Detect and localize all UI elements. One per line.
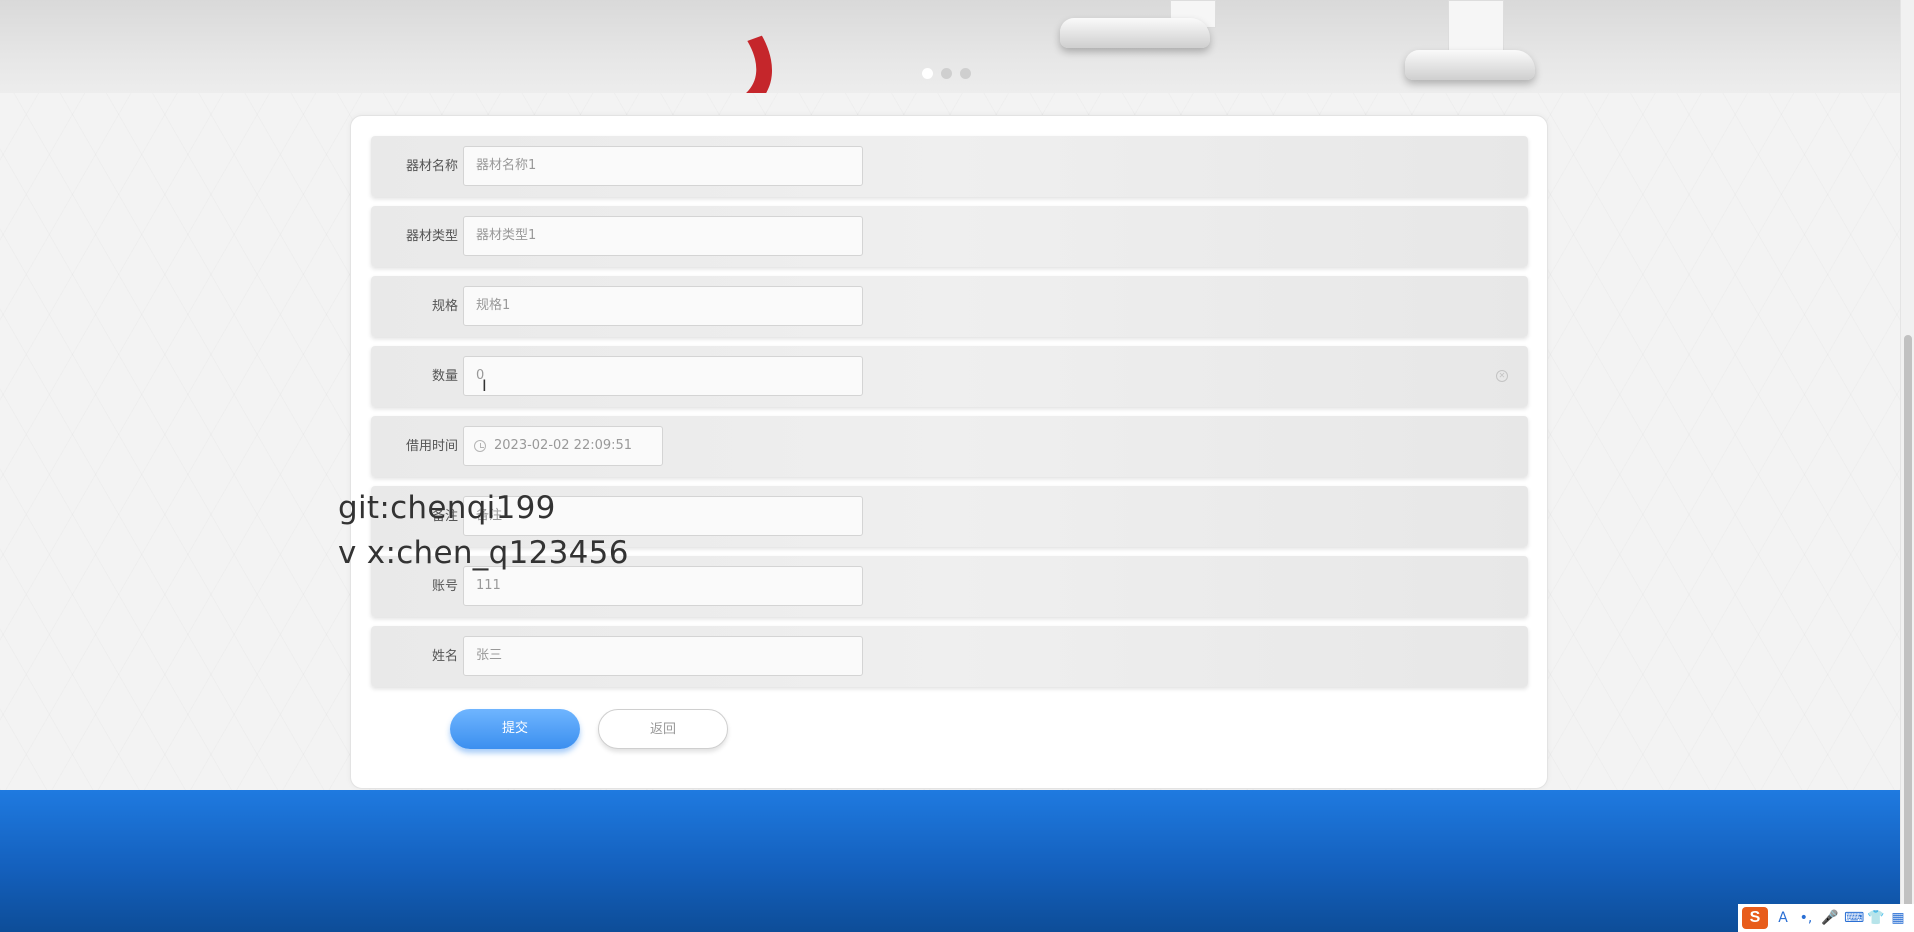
form-row-equipment-type: 器材类型 器材类型1 <box>371 206 1528 267</box>
hero-banner <box>0 0 1900 93</box>
ime-toolbar: S A •, 🎤 ⌨ 👕 ▦ <box>1738 904 1914 932</box>
borrow-time-value: 2023-02-02 22:09:51 <box>494 438 633 453</box>
shoe-image-part <box>1060 18 1210 48</box>
equipment-type-input[interactable]: 器材类型1 <box>463 216 863 256</box>
ime-logo-icon[interactable]: S <box>1742 907 1768 929</box>
form-row-borrow-time: 借用时间 2023-02-02 22:09:51 <box>371 416 1528 477</box>
clear-icon[interactable]: ✕ <box>1496 370 1508 382</box>
borrow-time-picker[interactable]: 2023-02-02 22:09:51 <box>463 426 663 466</box>
watermark-line-2: v x:chen_q123456 <box>338 535 629 571</box>
mic-icon[interactable]: 🎤 <box>1821 910 1838 926</box>
name-input[interactable]: 张三 <box>463 636 863 676</box>
page-scrollbar[interactable] <box>1900 0 1914 932</box>
account-input[interactable]: 111 <box>463 566 863 606</box>
form-row-name: 姓名 张三 <box>371 626 1528 687</box>
ime-punctuation-toggle[interactable]: •, <box>1798 910 1814 926</box>
equipment-type-label: 器材类型 <box>405 229 458 244</box>
leg-image-part <box>1448 0 1504 52</box>
skin-icon[interactable]: 👕 <box>1867 910 1884 926</box>
equipment-name-input[interactable]: 器材名称1 <box>463 146 863 186</box>
carousel-dot-1[interactable] <box>922 68 933 79</box>
scrollbar-thumb[interactable] <box>1904 335 1912 925</box>
grid-icon[interactable]: ▦ <box>1890 910 1906 926</box>
form-row-equipment-name: 器材名称 器材名称1 <box>371 136 1528 197</box>
borrow-form-card: 器材名称 器材名称1 器材类型 器材类型1 规格 规格1 数量 0 ✕ 借用时间… <box>350 115 1548 789</box>
shoe-image-part <box>1405 50 1535 80</box>
carousel-dot-3[interactable] <box>960 68 971 79</box>
text-cursor-icon: I <box>482 376 487 395</box>
clock-icon <box>474 440 486 452</box>
spec-label: 规格 <box>431 299 458 314</box>
quantity-label: 数量 <box>431 369 458 384</box>
page-footer <box>0 790 1900 932</box>
rope-image-part <box>500 0 800 93</box>
spec-input[interactable]: 规格1 <box>463 286 863 326</box>
equipment-name-label: 器材名称 <box>405 159 458 174</box>
quantity-input[interactable]: 0 <box>463 356 863 396</box>
keyboard-icon[interactable]: ⌨ <box>1844 910 1864 926</box>
form-row-quantity: 数量 0 ✕ <box>371 346 1528 407</box>
ime-mode-toggle[interactable]: A <box>1775 910 1791 926</box>
submit-button[interactable]: 提交 <box>450 709 580 749</box>
carousel-indicator <box>922 68 971 79</box>
watermark-line-1: git:chenqi199 <box>338 490 556 526</box>
form-row-spec: 规格 规格1 <box>371 276 1528 337</box>
name-label: 姓名 <box>431 649 458 664</box>
carousel-dot-2[interactable] <box>941 68 952 79</box>
back-button[interactable]: 返回 <box>598 709 728 749</box>
borrow-time-label: 借用时间 <box>405 439 458 454</box>
